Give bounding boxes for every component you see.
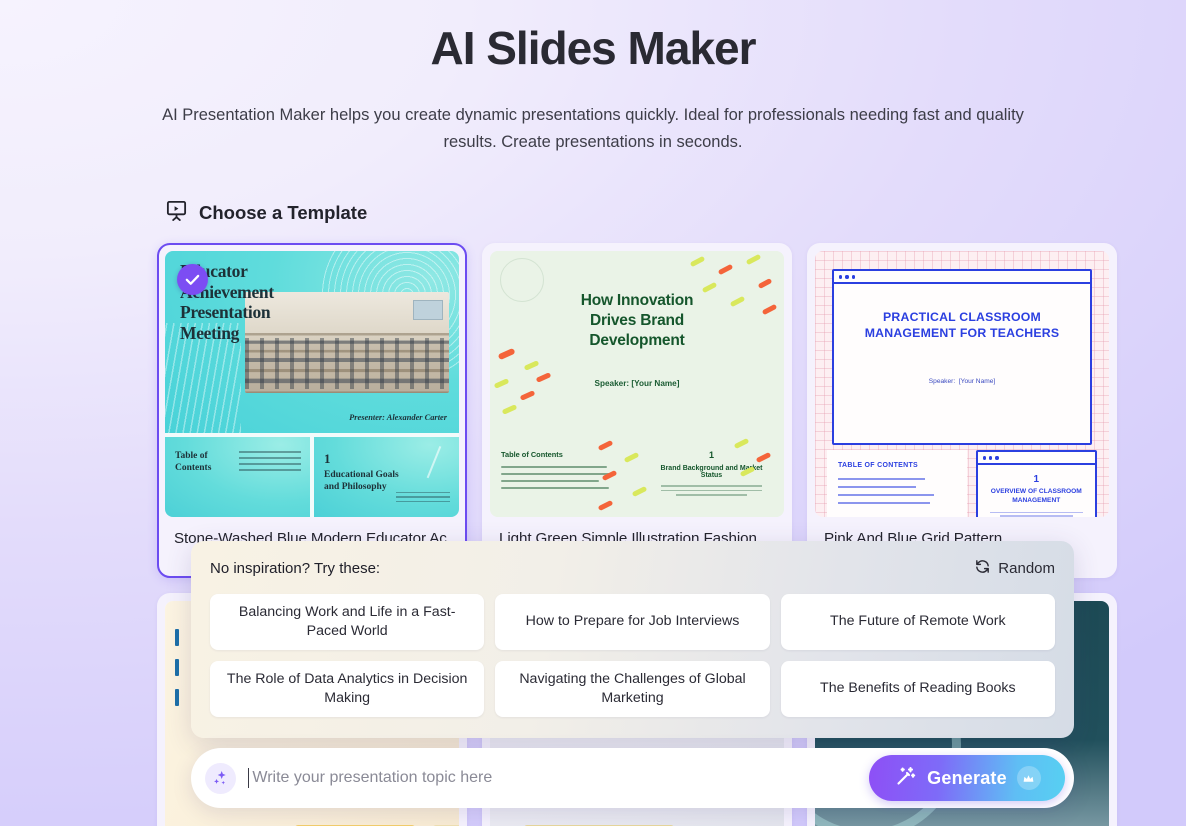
magic-wand-icon [893, 765, 917, 792]
template-thumbnail-3: PRACTICAL CLASSROOM MANAGEMENT FOR TEACHE… [815, 251, 1109, 518]
suggestion-chip[interactable]: How to Prepare for Job Interviews [495, 594, 770, 650]
section-label: Choose a Template [199, 202, 368, 224]
suggestion-chip[interactable]: Navigating the Challenges of Global Mark… [495, 661, 770, 717]
page-title: AI Slides Maker [430, 22, 756, 74]
text-cursor [248, 768, 250, 788]
refresh-icon [974, 558, 991, 579]
slide-sub-number-1: 1 [324, 451, 331, 467]
slide-heading-3: PRACTICAL CLASSROOM MANAGEMENT FOR TEACHE… [864, 310, 1060, 341]
slide-speaker-2: Speaker: [Your Name] [594, 379, 680, 389]
generate-button[interactable]: Generate [869, 755, 1065, 801]
prompt-bar: Write your presentation topic here Gener… [191, 748, 1074, 808]
slide-presenter-1: Presenter: Alexander Carter [349, 413, 447, 423]
template-thumbnail-1: Educator Achievement Presentation Meeting P… [165, 251, 459, 518]
suggestion-chip[interactable]: The Role of Data Analytics in Decision M… [210, 661, 485, 717]
suggestion-chip[interactable]: Balancing Work and Life in a Fast-Paced … [210, 594, 485, 650]
template-card-2[interactable]: How Innovation Drives Brand Development Sp… [482, 243, 792, 579]
slide-sub-title-2: Brand Background and Market Status [660, 465, 763, 480]
sparkle-icon [205, 762, 236, 794]
template-thumbnail-2: How Innovation Drives Brand Development Sp… [490, 251, 784, 518]
suggestions-title: No inspiration? Try these: [210, 560, 381, 577]
suggestion-chip[interactable]: The Benefits of Reading Books [780, 661, 1055, 717]
slide-toc-title-3: TABLE OF CONTENTS [838, 462, 919, 470]
slide-sub-title-1: Educational Goals and Philosophy [324, 470, 399, 492]
page-subtitle: AI Presentation Maker helps you create d… [162, 106, 1024, 151]
random-button[interactable]: Random [974, 558, 1055, 579]
choose-template-header: Choose a Template [165, 199, 1186, 227]
slide-sub-number-2: 1 [708, 450, 714, 461]
random-label: Random [998, 560, 1055, 577]
slide-toc-title-2: Table of Contents [501, 450, 563, 460]
slide-speaker-3: Speaker: [Your Name] [928, 378, 996, 386]
slide-sub-title-3: OVERVIEW OF CLASSROOM MANAGEMENT [990, 488, 1082, 504]
crown-icon [1016, 766, 1041, 790]
template-card-1[interactable]: Educator Achievement Presentation Meeting P… [157, 243, 467, 579]
slide-sub-number-3: 1 [1033, 474, 1040, 486]
generate-label: Generate [927, 767, 1007, 788]
suggestions-header: No inspiration? Try these: Random [210, 558, 1055, 579]
suggestions-panel: No inspiration? Try these: Random Balanc… [191, 541, 1074, 738]
suggestion-chip-list: Balancing Work and Life in a Fast-Paced … [210, 594, 1055, 717]
suggestion-chip[interactable]: The Future of Remote Work [780, 594, 1055, 650]
presentation-board-icon [165, 199, 188, 227]
template-card-3[interactable]: PRACTICAL CLASSROOM MANAGEMENT FOR TEACHE… [807, 243, 1117, 579]
template-grid: Educator Achievement Presentation Meeting P… [157, 243, 1125, 826]
prompt-input[interactable]: Write your presentation topic here [252, 769, 869, 787]
slide-heading-2: How Innovation Drives Brand Development [580, 292, 694, 350]
